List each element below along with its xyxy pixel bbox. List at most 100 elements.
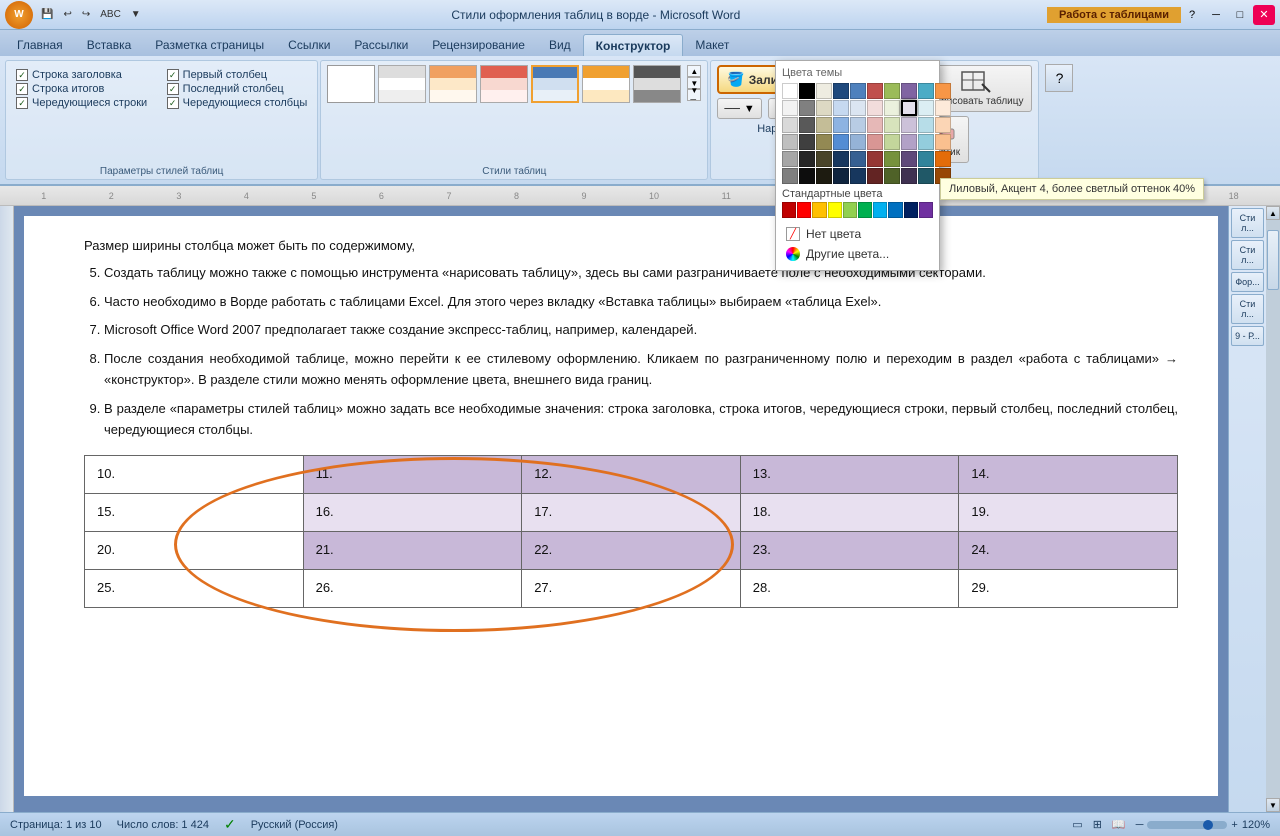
cb-total-row-box[interactable]: ✓ <box>16 83 28 95</box>
theme-color-cell-23[interactable] <box>833 117 849 133</box>
theme-color-cell-24[interactable] <box>850 117 866 133</box>
zoom-slider[interactable] <box>1147 821 1227 829</box>
minimize-button[interactable]: ─ <box>1205 5 1227 25</box>
theme-color-cell-30[interactable] <box>782 134 798 150</box>
cb-first-col-box[interactable]: ✓ <box>167 69 179 81</box>
cb-banded-rows[interactable]: ✓ Чередующиеся строки <box>16 97 157 109</box>
office-logo[interactable]: W <box>5 1 33 29</box>
theme-color-cell-37[interactable] <box>901 134 917 150</box>
standard-color-cell-6[interactable] <box>873 202 887 218</box>
theme-color-cell-14[interactable] <box>850 100 866 116</box>
theme-color-cell-48[interactable] <box>918 151 934 167</box>
theme-color-cell-5[interactable] <box>867 83 883 99</box>
theme-color-cell-26[interactable] <box>884 117 900 133</box>
undo-button[interactable]: ↩ <box>59 7 75 22</box>
theme-color-cell-11[interactable] <box>799 100 815 116</box>
ribbon-help-button[interactable]: ? <box>1045 64 1073 92</box>
theme-color-cell-55[interactable] <box>867 168 883 184</box>
theme-color-cell-58[interactable] <box>918 168 934 184</box>
cb-banded-cols-box[interactable]: ✓ <box>167 97 179 109</box>
tab-home[interactable]: Главная <box>5 34 75 56</box>
tab-mail[interactable]: Рассылки <box>342 34 420 56</box>
theme-color-cell-57[interactable] <box>901 168 917 184</box>
cb-first-col[interactable]: ✓ Первый столбец <box>167 69 308 81</box>
redo-button[interactable]: ↪ <box>78 7 94 22</box>
scroll-down-arrow[interactable]: ▼ <box>1266 798 1280 812</box>
right-panel-item-4[interactable]: Стил... <box>1231 294 1264 324</box>
theme-color-cell-20[interactable] <box>782 117 798 133</box>
theme-color-cell-32[interactable] <box>816 134 832 150</box>
styles-up-arrow[interactable]: ▲ <box>687 65 701 77</box>
theme-color-cell-17[interactable] <box>901 100 917 116</box>
theme-color-cell-54[interactable] <box>850 168 866 184</box>
theme-color-cell-28[interactable] <box>918 117 934 133</box>
cb-header-row[interactable]: ✓ Строка заголовка <box>16 69 157 81</box>
standard-color-cell-1[interactable] <box>797 202 811 218</box>
cb-banded-rows-box[interactable]: ✓ <box>16 97 28 109</box>
table-style-1[interactable] <box>327 65 375 103</box>
theme-color-cell-43[interactable] <box>833 151 849 167</box>
theme-color-cell-47[interactable] <box>901 151 917 167</box>
table-style-7[interactable] <box>633 65 681 103</box>
standard-color-cell-0[interactable] <box>782 202 796 218</box>
theme-color-cell-29[interactable] <box>935 117 951 133</box>
standard-color-cell-9[interactable] <box>919 202 933 218</box>
table-style-3[interactable] <box>429 65 477 103</box>
theme-color-cell-2[interactable] <box>816 83 832 99</box>
theme-color-cell-15[interactable] <box>867 100 883 116</box>
theme-color-cell-36[interactable] <box>884 134 900 150</box>
theme-color-cell-31[interactable] <box>799 134 815 150</box>
table-style-6[interactable] <box>582 65 630 103</box>
zoom-thumb[interactable] <box>1203 820 1213 830</box>
view-normal-icon[interactable]: ▭ <box>1072 818 1082 831</box>
more-colors-item[interactable]: Другие цвета... <box>782 244 933 264</box>
theme-color-cell-38[interactable] <box>918 134 934 150</box>
theme-color-cell-7[interactable] <box>901 83 917 99</box>
theme-color-cell-16[interactable] <box>884 100 900 116</box>
theme-color-cell-12[interactable] <box>816 100 832 116</box>
tab-design[interactable]: Конструктор <box>583 34 684 56</box>
no-color-item[interactable]: ╱ Нет цвета <box>782 224 933 244</box>
theme-color-cell-1[interactable] <box>799 83 815 99</box>
theme-color-cell-22[interactable] <box>816 117 832 133</box>
theme-color-cell-42[interactable] <box>816 151 832 167</box>
zoom-out-button[interactable]: ─ <box>1136 819 1144 831</box>
styles-more-arrow[interactable]: ▼─ <box>687 89 701 101</box>
standard-color-cell-8[interactable] <box>904 202 918 218</box>
document-scroll[interactable]: Размер ширины столбца может быть по соде… <box>14 206 1228 812</box>
right-panel-item-2[interactable]: Стил... <box>1231 240 1264 270</box>
theme-color-cell-35[interactable] <box>867 134 883 150</box>
theme-color-cell-27[interactable] <box>901 117 917 133</box>
view-web-icon[interactable]: ⊞ <box>1093 818 1102 831</box>
theme-color-cell-46[interactable] <box>884 151 900 167</box>
theme-color-cell-34[interactable] <box>850 134 866 150</box>
theme-color-cell-56[interactable] <box>884 168 900 184</box>
scroll-thumb[interactable] <box>1267 230 1279 290</box>
standard-color-cell-7[interactable] <box>888 202 902 218</box>
tab-refs[interactable]: Ссылки <box>276 34 342 56</box>
zoom-in-button[interactable]: + <box>1231 819 1237 831</box>
theme-color-cell-40[interactable] <box>782 151 798 167</box>
tab-makeup[interactable]: Макет <box>683 34 741 56</box>
scroll-track[interactable] <box>1266 220 1280 798</box>
theme-color-cell-33[interactable] <box>833 134 849 150</box>
theme-color-cell-10[interactable] <box>782 100 798 116</box>
view-read-icon[interactable]: 📖 <box>1112 818 1126 831</box>
zoom-control[interactable]: ─ + 120% <box>1136 819 1270 831</box>
theme-color-cell-9[interactable] <box>935 83 951 99</box>
cb-banded-cols[interactable]: ✓ Чередующиеся столбцы <box>167 97 308 109</box>
theme-color-cell-41[interactable] <box>799 151 815 167</box>
tab-layout[interactable]: Разметка страницы <box>143 34 276 56</box>
standard-color-cell-3[interactable] <box>828 202 842 218</box>
theme-color-cell-25[interactable] <box>867 117 883 133</box>
theme-color-cell-50[interactable] <box>782 168 798 184</box>
table-style-4[interactable] <box>480 65 528 103</box>
standard-color-cell-4[interactable] <box>843 202 857 218</box>
theme-color-cell-6[interactable] <box>884 83 900 99</box>
scroll-up-arrow[interactable]: ▲ <box>1266 206 1280 220</box>
theme-color-cell-49[interactable] <box>935 151 951 167</box>
spell-check-button[interactable]: ABC <box>96 7 125 22</box>
right-panel-item-1[interactable]: Стил... <box>1231 208 1264 238</box>
theme-color-cell-4[interactable] <box>850 83 866 99</box>
theme-color-cell-39[interactable] <box>935 134 951 150</box>
